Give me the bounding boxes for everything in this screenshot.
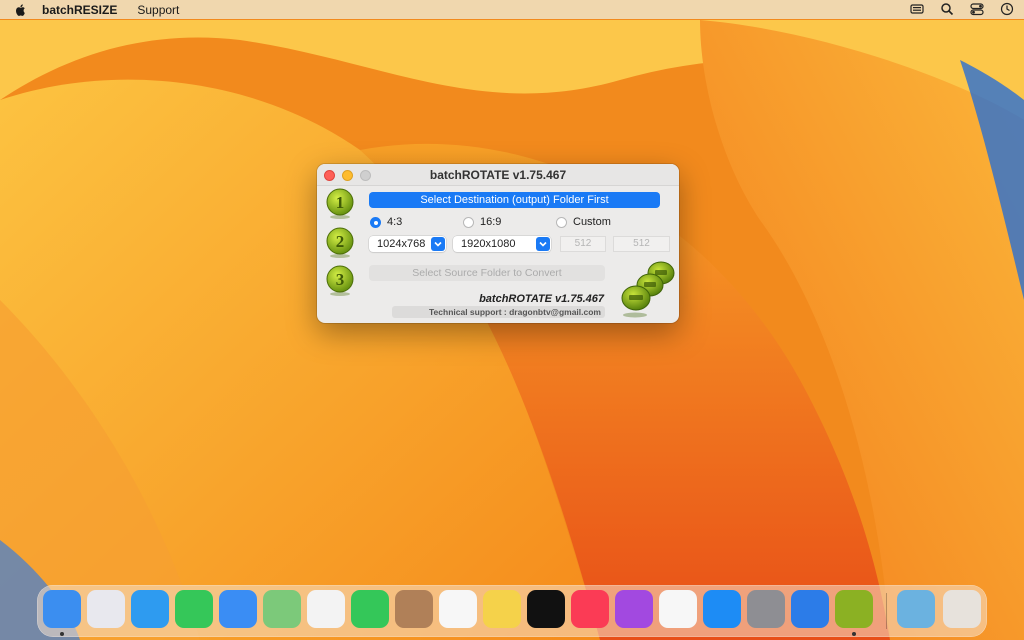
- radio-label-custom: Custom: [573, 216, 611, 228]
- batchrotate-window: batchROTATE v1.75.467 1 2 3 Select Desti…: [317, 164, 679, 323]
- size-16-9-select[interactable]: 1920x1080: [453, 236, 551, 252]
- clock-icon[interactable]: [1000, 2, 1014, 16]
- step-1-badge: 1: [324, 188, 356, 220]
- size-4-3-value: 1024x768: [377, 238, 426, 250]
- keyboard-icon[interactable]: [910, 2, 924, 16]
- step-2-label: 2: [336, 232, 345, 251]
- messages-icon[interactable]: [175, 590, 213, 628]
- menu-app-name[interactable]: batchRESIZE: [42, 3, 117, 17]
- support-text: Technical support : dragonbtv@gmail.com: [392, 306, 605, 318]
- step-3-label: 3: [336, 270, 345, 289]
- running-indicator: [60, 632, 64, 636]
- radio-aspect-4-3[interactable]: 4:3: [370, 216, 402, 228]
- step-1-label: 1: [336, 193, 345, 212]
- reminders-icon[interactable]: [439, 590, 477, 628]
- apple-tv-icon[interactable]: [527, 590, 565, 628]
- batchresize-logo-icon: [617, 260, 679, 320]
- maps-icon[interactable]: [263, 590, 301, 628]
- launchpad-icon[interactable]: [87, 590, 125, 628]
- finder-icon[interactable]: [43, 590, 81, 628]
- radio-label-16-9: 16:9: [480, 216, 502, 228]
- photos-icon[interactable]: [307, 590, 345, 628]
- size-4-3-select[interactable]: 1024x768: [369, 236, 446, 252]
- search-icon[interactable]: [940, 2, 954, 16]
- custom-width-field[interactable]: 512: [560, 236, 606, 252]
- radio-aspect-custom[interactable]: Custom: [556, 216, 611, 228]
- radio-dot-selected[interactable]: [370, 216, 381, 228]
- notes-icon[interactable]: [483, 590, 521, 628]
- step-3-badge: 3: [324, 265, 356, 297]
- custom-height-field[interactable]: 512: [613, 236, 670, 252]
- select-source-button[interactable]: Select Source Folder to Convert: [369, 265, 605, 281]
- apple-menu-icon[interactable]: [14, 3, 28, 17]
- downloads-folder-icon[interactable]: [897, 590, 935, 628]
- select-destination-button[interactable]: Select Destination (output) Folder First: [369, 192, 660, 208]
- radio-dot[interactable]: [463, 216, 474, 228]
- dock-separator: [886, 593, 887, 629]
- safari-icon[interactable]: [131, 590, 169, 628]
- radio-aspect-16-9[interactable]: 16:9: [463, 216, 501, 228]
- window-title: batchROTATE v1.75.467: [429, 168, 567, 182]
- downloads-folder-icon-glyph: [897, 590, 935, 628]
- control-center-icon[interactable]: [970, 2, 984, 16]
- system-settings-icon[interactable]: [747, 590, 785, 628]
- trash-icon[interactable]: [943, 590, 981, 628]
- chevron-down-icon[interactable]: [431, 237, 445, 251]
- contacts-icon[interactable]: [395, 590, 433, 628]
- menu-item-support[interactable]: Support: [137, 3, 179, 17]
- running-indicator: [852, 632, 856, 636]
- app-store-icon[interactable]: [703, 590, 741, 628]
- menu-bar: batchRESIZE Support: [0, 0, 1024, 19]
- step-2-badge: 2: [324, 227, 356, 259]
- batchresize-app-icon-glyph: [835, 590, 873, 628]
- dock: [37, 585, 987, 637]
- mountain-app-icon[interactable]: [791, 590, 829, 628]
- batchresize-app-icon[interactable]: [835, 590, 873, 628]
- podcasts-icon[interactable]: [615, 590, 653, 628]
- app-signature: batchROTATE v1.75.467: [479, 293, 604, 305]
- radio-dot[interactable]: [556, 216, 567, 228]
- trash-icon-glyph: [943, 590, 981, 628]
- music-icon[interactable]: [571, 590, 609, 628]
- mail-icon[interactable]: [219, 590, 257, 628]
- chevron-down-icon[interactable]: [536, 237, 550, 251]
- window-titlebar[interactable]: batchROTATE v1.75.467: [317, 164, 679, 186]
- radio-label-4-3: 4:3: [387, 216, 403, 228]
- facetime-icon[interactable]: [351, 590, 389, 628]
- news-icon[interactable]: [659, 590, 697, 628]
- size-16-9-value: 1920x1080: [461, 238, 516, 250]
